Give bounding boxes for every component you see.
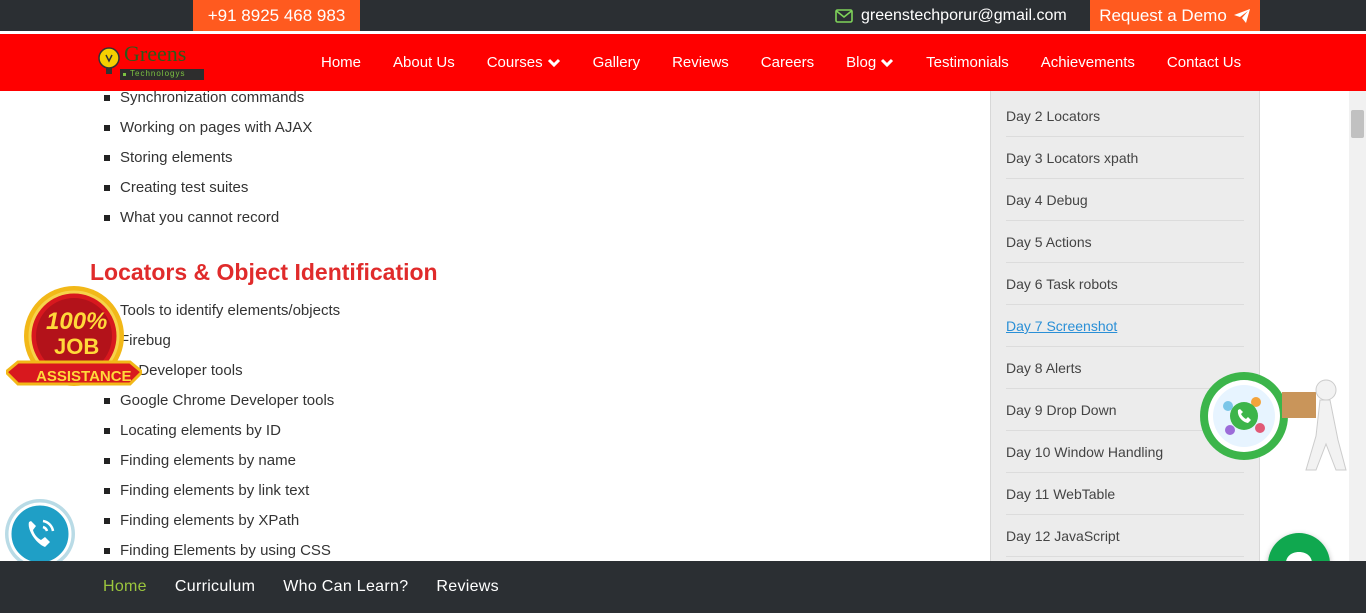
tab-reviews[interactable]: Reviews (422, 578, 513, 596)
paper-plane-icon (1233, 8, 1250, 23)
nav-testimonials-label: Testimonials (926, 54, 1009, 71)
locators-topic-list: Tools to identify elements/objects Fireb… (90, 296, 970, 566)
nav-gallery-label: Gallery (592, 54, 641, 71)
list-item: Firebug (90, 326, 970, 356)
nav-achievements[interactable]: Achievements (1025, 54, 1151, 71)
list-item: Synchronization commands (90, 83, 970, 113)
nav-careers[interactable]: Careers (745, 54, 830, 71)
nav-reviews-label: Reviews (672, 54, 729, 71)
list-item: Locating elements by ID (90, 416, 970, 446)
nav-testimonials[interactable]: Testimonials (910, 54, 1025, 71)
chevron-down-icon (881, 58, 894, 67)
list-item: Finding elements by link text (90, 476, 970, 506)
email-link[interactable]: greenstechporur@gmail.com (835, 0, 1067, 31)
nav-courses[interactable]: Courses (471, 54, 577, 71)
call-button[interactable] (3, 497, 77, 571)
whatsapp-icon (1200, 372, 1347, 471)
page-scrollbar[interactable] (1349, 91, 1366, 561)
nav-about-us[interactable]: About Us (377, 54, 471, 71)
request-demo-button[interactable]: Request a Demo (1090, 0, 1260, 31)
list-item: Creating test suites (90, 173, 970, 203)
tab-who-can-learn[interactable]: Who Can Learn? (269, 578, 422, 596)
list-item: Working on pages with AJAX (90, 113, 970, 143)
logo-text: Greens (124, 41, 187, 66)
nav-careers-label: Careers (760, 54, 815, 71)
sidebar-item-day-7[interactable]: Day 7 Screenshot (1006, 305, 1244, 347)
nav-courses-label: Courses (486, 54, 543, 71)
phone-number-link[interactable]: +91 8925 468 983 (193, 0, 360, 31)
list-item: Tools to identify elements/objects (90, 296, 970, 326)
logo-subtext: Technologys (130, 69, 186, 78)
email-text: greenstechporur@gmail.com (861, 7, 1067, 24)
course-day-sidebar: Day 2 Locators Day 3 Locators xpath Day … (990, 91, 1260, 561)
sidebar-item-day-11[interactable]: Day 11 WebTable (1006, 473, 1244, 515)
list-item: Google Chrome Developer tools (90, 386, 970, 416)
sidebar-item-day-2[interactable]: Day 2 Locators (1006, 95, 1244, 137)
nav-contact-us-label: Contact Us (1166, 54, 1242, 71)
list-item: Finding elements by name (90, 446, 970, 476)
nav-home[interactable]: Home (305, 54, 377, 71)
topic-list: Synchronization commands Working on page… (90, 83, 970, 233)
badge-percent: 100% (46, 308, 108, 335)
sidebar-item-day-5[interactable]: Day 5 Actions (1006, 221, 1244, 263)
nav-about-us-label: About Us (393, 54, 455, 71)
top-bar: +91 8925 468 983 greenstechporur@gmail.c… (0, 0, 1366, 31)
nav-blog[interactable]: Blog (830, 54, 910, 71)
course-content: Synchronization commands Working on page… (90, 89, 970, 566)
list-item: Finding elements by XPath (90, 506, 970, 536)
section-title: Locators & Object Identification (90, 259, 438, 285)
badge-assistance: ASSISTANCE (36, 368, 132, 385)
chevron-down-icon (547, 58, 560, 67)
greens-logo[interactable]: Greens Technologys (96, 41, 206, 83)
sidebar-item-day-3[interactable]: Day 3 Locators xpath (1006, 137, 1244, 179)
bottom-tab-bar: Home Curriculum Who Can Learn? Reviews (0, 561, 1366, 613)
sidebar-item-day-12[interactable]: Day 12 JavaScript (1006, 515, 1244, 557)
nav-blog-label: Blog (846, 54, 877, 71)
sidebar-item-day-6[interactable]: Day 6 Task robots (1006, 263, 1244, 305)
tab-home[interactable]: Home (89, 578, 161, 596)
envelope-icon (835, 8, 853, 23)
list-item: What you cannot record (90, 203, 970, 233)
list-item: Storing elements (90, 143, 970, 173)
nav-gallery[interactable]: Gallery (577, 54, 657, 71)
request-demo-label: Request a Demo (1099, 5, 1227, 25)
phone-call-icon (5, 499, 75, 569)
nav-home-label: Home (321, 54, 362, 71)
list-item: IE Developer tools (90, 356, 970, 386)
scrollbar-thumb[interactable] (1351, 110, 1364, 138)
job-assistance-badge: 100% JOB ASSISTANCE (3, 284, 145, 396)
badge-job: JOB (54, 334, 100, 359)
tab-curriculum[interactable]: Curriculum (161, 578, 269, 596)
nav-reviews[interactable]: Reviews (656, 54, 745, 71)
sidebar-item-day-4[interactable]: Day 4 Debug (1006, 179, 1244, 221)
whatsapp-button[interactable] (1198, 370, 1348, 476)
nav-achievements-label: Achievements (1040, 54, 1135, 71)
nav-contact-us[interactable]: Contact Us (1151, 54, 1257, 71)
